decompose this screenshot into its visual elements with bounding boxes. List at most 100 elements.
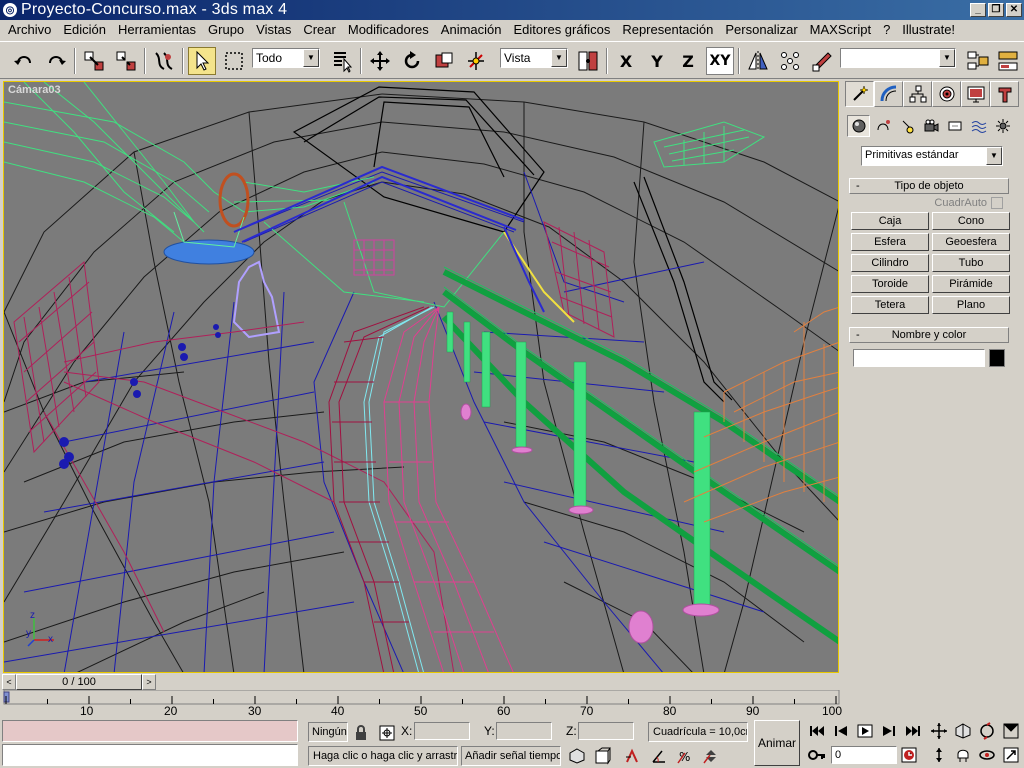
align-icon[interactable] xyxy=(808,47,836,75)
manipulate-icon[interactable] xyxy=(462,47,490,75)
time-config-icon[interactable] xyxy=(898,744,920,766)
lock-selection-icon[interactable] xyxy=(350,722,372,744)
restrict-y-button[interactable]: Y xyxy=(643,47,671,75)
scale-icon[interactable] xyxy=(430,47,458,75)
menu-representacion[interactable]: Representación xyxy=(616,20,719,40)
mirror-icon[interactable] xyxy=(744,47,772,75)
key-mode-icon[interactable] xyxy=(806,744,828,766)
autogrid-checkbox[interactable] xyxy=(991,197,1003,209)
modify-tab-icon[interactable] xyxy=(874,81,903,107)
track-view-icon[interactable] xyxy=(964,47,992,75)
menu-herramientas[interactable]: Herramientas xyxy=(112,20,202,40)
menu-modificadores[interactable]: Modificadores xyxy=(342,20,435,40)
min-max-toggle-icon[interactable] xyxy=(1000,744,1022,766)
menu-illustrate[interactable]: Illustrate! xyxy=(896,20,961,40)
play-icon[interactable] xyxy=(854,720,876,742)
hierarchy-tab-icon[interactable] xyxy=(903,81,932,107)
object-color-swatch[interactable] xyxy=(989,349,1005,367)
absolute-mode-icon[interactable] xyxy=(376,722,398,744)
utilities-tab-icon[interactable] xyxy=(990,81,1019,107)
truck-icon[interactable] xyxy=(952,744,974,766)
field-of-view-icon[interactable] xyxy=(1000,720,1022,742)
viewport-label[interactable]: Cámara03 xyxy=(8,84,61,96)
cone-button[interactable]: Cono xyxy=(932,212,1010,230)
pivot-center-icon[interactable] xyxy=(574,47,602,75)
shapes-icon[interactable] xyxy=(871,115,894,137)
x-coord-field[interactable] xyxy=(414,722,470,740)
create-tab-icon[interactable] xyxy=(845,81,874,107)
menu-archivo[interactable]: Archivo xyxy=(2,20,57,40)
restrict-x-button[interactable]: X xyxy=(612,47,640,75)
percent-snap-icon[interactable]: % xyxy=(674,745,696,767)
menu-maxscript[interactable]: MAXScript xyxy=(804,20,877,40)
rotate-icon[interactable] xyxy=(398,47,426,75)
sphere-button[interactable]: Esfera xyxy=(851,233,929,251)
time-slider-thumb[interactable]: 0 / 100 xyxy=(16,674,142,690)
name-color-header[interactable]: - Nombre y color xyxy=(849,327,1009,343)
cylinder-button[interactable]: Cilindro xyxy=(851,254,929,272)
maxscript-listener-input[interactable] xyxy=(2,744,298,766)
restrict-z-button[interactable]: Z xyxy=(674,47,702,75)
array-icon[interactable] xyxy=(776,47,804,75)
degradation-override-icon[interactable] xyxy=(592,745,614,767)
dolly-icon[interactable] xyxy=(928,744,950,766)
menu-grupo[interactable]: Grupo xyxy=(202,20,250,40)
snap-3d-icon[interactable] xyxy=(622,745,644,767)
selection-filter-dropdown[interactable]: Todo ▼ xyxy=(252,48,320,68)
zoom-extents-icon[interactable] xyxy=(952,720,974,742)
y-coord-field[interactable] xyxy=(496,722,552,740)
time-slider[interactable]: < 0 / 100 > xyxy=(0,674,843,690)
menu-animacion[interactable]: Animación xyxy=(435,20,508,40)
named-selection-dropdown[interactable]: ▼ xyxy=(840,48,956,68)
object-name-field[interactable] xyxy=(853,349,985,367)
geometry-icon[interactable] xyxy=(847,115,870,137)
menu-edicion[interactable]: Edición xyxy=(57,20,112,40)
pyramid-button[interactable]: Pirámide xyxy=(932,275,1010,293)
current-frame-field[interactable]: 0 xyxy=(831,746,897,764)
geosphere-button[interactable]: Geoesfera xyxy=(932,233,1010,251)
move-icon[interactable] xyxy=(366,47,394,75)
maxscript-listener-output[interactable] xyxy=(2,720,298,742)
go-to-end-icon[interactable] xyxy=(902,720,924,742)
object-type-header[interactable]: - Tipo de objeto xyxy=(849,178,1009,194)
track-bar[interactable]: 10 20 30 40 50 60 70 80 90 100 xyxy=(0,690,843,718)
roll-icon[interactable] xyxy=(976,744,998,766)
redo-icon[interactable] xyxy=(42,47,70,75)
helpers-icon[interactable] xyxy=(943,115,966,137)
lights-icon[interactable] xyxy=(895,115,918,137)
menu-personalizar[interactable]: Personalizar xyxy=(719,20,803,40)
bind-to-space-warp-icon[interactable] xyxy=(150,47,178,75)
close-button[interactable]: ✕ xyxy=(1006,3,1022,17)
previous-frame-icon[interactable] xyxy=(830,720,852,742)
box-button[interactable]: Caja xyxy=(851,212,929,230)
menu-editores-graficos[interactable]: Editores gráficos xyxy=(508,20,617,40)
space-warps-icon[interactable] xyxy=(967,115,990,137)
torus-button[interactable]: Toroide xyxy=(851,275,929,293)
motion-tab-icon[interactable] xyxy=(932,81,961,107)
next-frame-icon[interactable] xyxy=(878,720,900,742)
teapot-button[interactable]: Tetera xyxy=(851,296,929,314)
systems-icon[interactable] xyxy=(991,115,1014,137)
select-by-name-icon[interactable] xyxy=(328,47,356,75)
pan-icon[interactable] xyxy=(928,720,950,742)
time-prev-arrow-icon[interactable]: < xyxy=(2,674,16,690)
animate-button[interactable]: Animar xyxy=(754,720,800,766)
z-coord-field[interactable] xyxy=(578,722,634,740)
undo-icon[interactable] xyxy=(10,47,38,75)
orbit-icon[interactable] xyxy=(976,720,998,742)
angle-snap-icon[interactable] xyxy=(648,745,670,767)
reference-coord-dropdown[interactable]: Vista ▼ xyxy=(500,48,568,68)
menu-crear[interactable]: Crear xyxy=(297,20,342,40)
tube-button[interactable]: Tubo xyxy=(932,254,1010,272)
spinner-snap-icon[interactable] xyxy=(700,745,722,767)
plane-button[interactable]: Plano xyxy=(932,296,1010,314)
region-select-icon[interactable] xyxy=(220,47,248,75)
select-object-icon[interactable] xyxy=(188,47,216,75)
restore-button[interactable]: ❐ xyxy=(988,3,1004,17)
add-time-tag-button[interactable]: Añadir señal tiempo xyxy=(461,746,561,766)
app-icon[interactable]: ◎ xyxy=(3,3,17,17)
select-and-link-icon[interactable] xyxy=(80,47,108,75)
schematic-view-icon[interactable] xyxy=(994,47,1022,75)
restrict-xy-button[interactable]: XY xyxy=(706,47,734,75)
minimize-button[interactable]: _ xyxy=(970,3,986,17)
